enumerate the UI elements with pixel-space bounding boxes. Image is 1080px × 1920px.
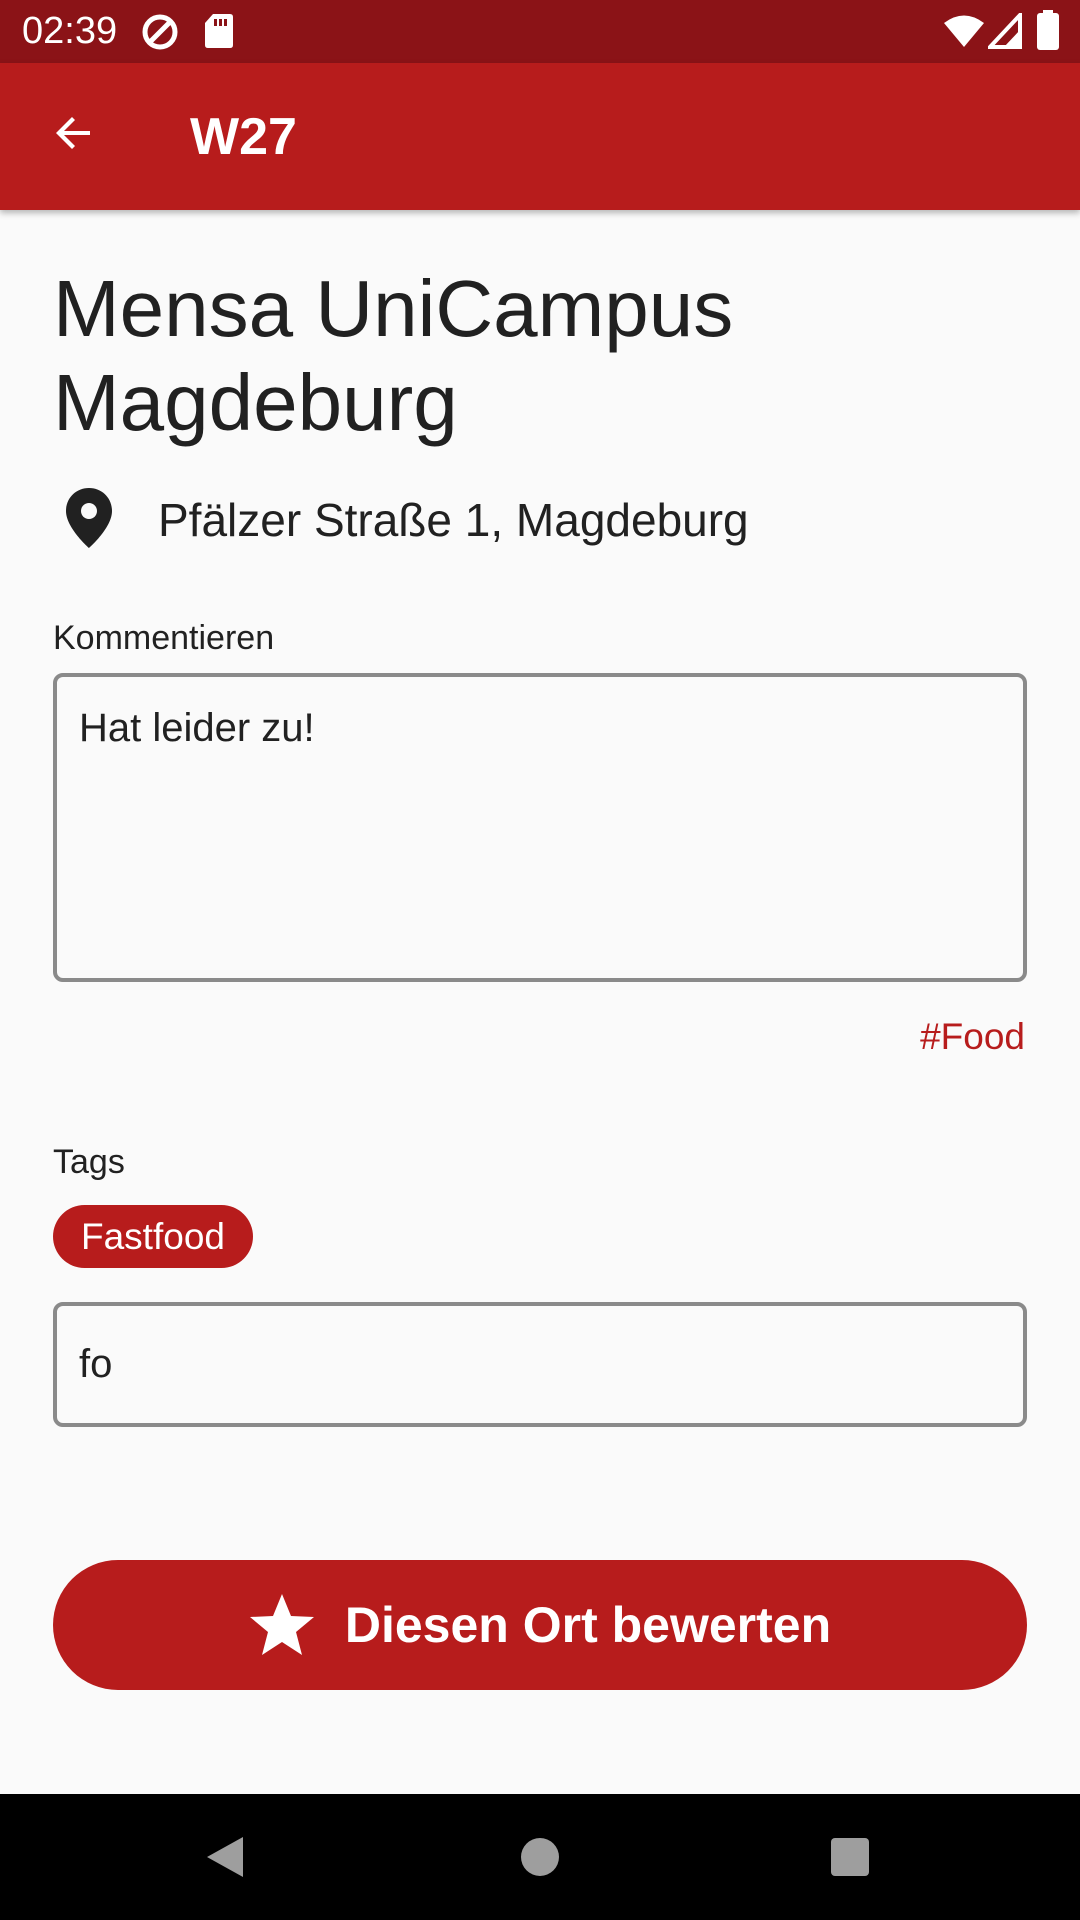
status-time: 02:39 xyxy=(22,10,118,52)
data-saver-icon xyxy=(140,12,180,57)
wifi-icon xyxy=(943,14,985,53)
rate-button-label: Diesen Ort bewerten xyxy=(344,1597,832,1653)
star-icon xyxy=(249,1594,314,1655)
hashtag-food-link[interactable]: #Food xyxy=(920,1014,1025,1060)
nav-recents-button[interactable] xyxy=(805,1812,895,1902)
rate-place-button[interactable]: Diesen Ort bewerten xyxy=(53,1560,1027,1690)
comment-label: Kommentieren xyxy=(53,619,275,657)
address-text: Pfälzer Straße 1, Magdeburg xyxy=(158,494,749,546)
battery-icon xyxy=(1037,10,1059,55)
location-pin-icon xyxy=(66,488,112,553)
nav-home-button[interactable] xyxy=(495,1812,585,1902)
tag-chip-fastfood[interactable]: Fastfood xyxy=(53,1205,253,1268)
app-bar-title: W27 xyxy=(190,108,297,166)
back-triangle-icon xyxy=(207,1837,243,1877)
arrow-back-icon xyxy=(56,117,90,149)
app-bar: W27 xyxy=(0,63,1080,210)
tags-label: Tags xyxy=(53,1143,125,1181)
tag-input[interactable] xyxy=(53,1302,1027,1427)
back-button[interactable] xyxy=(28,87,120,179)
place-title: Mensa UniCampus Magdeburg xyxy=(53,264,734,447)
system-nav-bar xyxy=(0,1794,1080,1920)
comment-field[interactable]: Hat leider zu! xyxy=(53,673,1027,982)
home-circle-icon xyxy=(521,1838,559,1876)
cellular-signal-icon xyxy=(985,9,1022,54)
sd-card-icon xyxy=(204,13,234,54)
recents-square-icon xyxy=(831,1838,869,1876)
status-bar: 02:39 xyxy=(0,0,1080,63)
address-row: Pfälzer Straße 1, Magdeburg xyxy=(66,480,1016,558)
nav-back-button[interactable] xyxy=(180,1812,270,1902)
